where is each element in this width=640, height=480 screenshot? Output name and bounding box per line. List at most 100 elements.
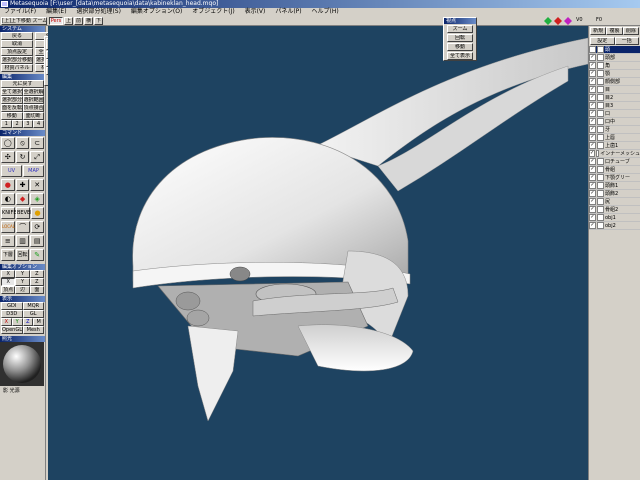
- object-list-item[interactable]: ✓ 顎: [589, 70, 640, 78]
- menu-selection[interactable]: 選択部分処理(S): [72, 8, 125, 16]
- twist-icon[interactable]: ⟳: [30, 221, 44, 233]
- lock-toggle-icon[interactable]: [597, 158, 604, 165]
- knife-icon[interactable]: KNIFE: [1, 207, 17, 219]
- object-list-item[interactable]: ✓ 目2: [589, 94, 640, 102]
- select-icon[interactable]: ◯: [1, 137, 15, 149]
- new-object-button[interactable]: 新規: [590, 27, 607, 35]
- object-list-item[interactable]: ✓ 頭部: [589, 54, 640, 62]
- visibility-toggle-icon[interactable]: ✓: [589, 78, 596, 85]
- object-list-item[interactable]: ✓ 口中: [589, 118, 640, 126]
- lock-toggle-icon[interactable]: [597, 134, 604, 141]
- edge-mode-button[interactable]: 辺: [15, 286, 30, 294]
- visibility-toggle-icon[interactable]: ✓: [589, 166, 596, 173]
- select-all-button[interactable]: 全て選択: [1, 88, 23, 96]
- visibility-toggle-icon[interactable]: ✓: [589, 126, 596, 133]
- num-1-button[interactable]: 1: [1, 120, 12, 128]
- visibility-toggle-icon[interactable]: ✓: [589, 174, 596, 181]
- object-list-item[interactable]: ✓ 尻: [589, 198, 640, 206]
- object-list-item[interactable]: ✓ obj2: [589, 222, 640, 230]
- visibility-toggle-icon[interactable]: ✓: [589, 110, 596, 117]
- shadow-checkbox[interactable]: 影: [3, 388, 8, 394]
- lock-toggle-icon[interactable]: [596, 150, 600, 157]
- lasso-icon[interactable]: ⊂: [30, 137, 45, 149]
- visibility-toggle-icon[interactable]: ✓: [589, 190, 596, 197]
- cut-face-button[interactable]: 面切断: [22, 112, 44, 120]
- uv-button[interactable]: UV: [1, 165, 22, 177]
- sym-y-button[interactable]: Y: [15, 278, 30, 286]
- sphere-icon[interactable]: ●: [31, 207, 44, 219]
- view-side-button[interactable]: 横: [84, 17, 93, 25]
- visibility-toggle-icon[interactable]: ✓: [589, 198, 596, 205]
- display-m-button[interactable]: M: [33, 318, 44, 326]
- gl-button[interactable]: GL: [22, 310, 44, 318]
- menu-edit-options[interactable]: 編集オプション(O): [127, 8, 186, 16]
- visibility-toggle-icon[interactable]: ✓: [589, 54, 596, 61]
- object-list-item[interactable]: ✓ 上歯1: [589, 142, 640, 150]
- delete-icon[interactable]: ✕: [30, 179, 45, 191]
- object-list-item[interactable]: ✓ 骨組: [589, 166, 640, 174]
- display-z-button[interactable]: Z: [22, 318, 34, 326]
- lock-toggle-icon[interactable]: [597, 70, 604, 77]
- light-sphere-icon[interactable]: [0, 342, 44, 386]
- magnet-icon[interactable]: ◆: [15, 193, 30, 205]
- delete-object-button[interactable]: 削除: [622, 27, 639, 35]
- view-persp-button[interactable]: Pers: [49, 17, 63, 25]
- visibility-toggle-icon[interactable]: ✓: [589, 222, 596, 229]
- visibility-toggle-icon[interactable]: ✓: [589, 94, 596, 101]
- lock-toggle-icon[interactable]: [597, 166, 604, 173]
- face-mode-button[interactable]: 面: [29, 286, 44, 294]
- object-list-item[interactable]: ✓ 口: [589, 110, 640, 118]
- lock-toggle-icon[interactable]: [597, 46, 604, 53]
- zoom-button[interactable]: ズーム: [447, 25, 473, 33]
- undo-edit-button[interactable]: 元に戻す: [1, 80, 44, 88]
- visibility-toggle-icon[interactable]: ✓: [589, 102, 596, 109]
- visibility-toggle-icon[interactable]: ✓: [589, 70, 596, 77]
- lock-toggle-icon[interactable]: [597, 94, 604, 101]
- object-list-item[interactable]: ✓ 骨組2: [589, 206, 640, 214]
- weld-icon[interactable]: ≡: [1, 235, 15, 247]
- menu-file[interactable]: ファイル(F): [0, 8, 40, 16]
- d3d-button[interactable]: D3D: [1, 310, 23, 318]
- layer-icon[interactable]: ▤: [30, 235, 45, 247]
- local-icon[interactable]: LOCAL: [1, 221, 15, 233]
- green-diamond-icon[interactable]: [544, 17, 552, 25]
- visibility-toggle-icon[interactable]: ✓: [589, 206, 596, 213]
- object-list-item[interactable]: ✓ 角: [589, 62, 640, 70]
- lock-toggle-icon[interactable]: [597, 102, 604, 109]
- object-list-item[interactable]: ✓ 目: [589, 86, 640, 94]
- paint-tool-icon[interactable]: ✎: [30, 249, 45, 261]
- rope-select-icon[interactable]: ⦸: [15, 137, 30, 149]
- 3d-viewport[interactable]: [48, 26, 588, 480]
- opengl-button[interactable]: OpenGL: [1, 326, 23, 334]
- sym-z-button[interactable]: Z: [29, 278, 44, 286]
- gdi-button[interactable]: GDI: [1, 302, 23, 310]
- menu-object[interactable]: オブジェクト(J): [188, 8, 238, 16]
- move-selection-button[interactable]: 選択部分移動: [1, 56, 34, 64]
- lock-toggle-icon[interactable]: [597, 78, 604, 85]
- visibility-toggle-icon[interactable]: ✓: [589, 158, 596, 165]
- weld-vertex-button[interactable]: 頂点接合: [22, 104, 44, 112]
- deselect-all-button[interactable]: 全選択解除: [22, 88, 44, 96]
- pan-view-button[interactable]: 移動: [447, 43, 473, 51]
- object-list-item[interactable]: ✓ obj1: [589, 214, 640, 222]
- red-diamond-icon[interactable]: [554, 17, 562, 25]
- bevel-icon[interactable]: BEVEL: [16, 207, 33, 219]
- num-3-button[interactable]: 3: [22, 120, 34, 128]
- view-front-button[interactable]: 前: [74, 17, 83, 25]
- lock-toggle-icon[interactable]: [597, 118, 604, 125]
- lock-z-button[interactable]: Z: [29, 270, 44, 278]
- lower-level-icon[interactable]: 下層: [1, 249, 15, 261]
- num-4-button[interactable]: 4: [33, 120, 44, 128]
- lock-toggle-icon[interactable]: [597, 222, 604, 229]
- sphere-red-icon[interactable]: ●: [1, 179, 15, 191]
- object-list-item[interactable]: ✓ インナーメッシュ: [589, 150, 640, 158]
- paint-icon[interactable]: ◐: [1, 193, 15, 205]
- vertex-set-button[interactable]: 頂点設定: [1, 48, 34, 56]
- num-2-button[interactable]: 2: [11, 120, 23, 128]
- rotate-label-icon[interactable]: 回転: [15, 249, 30, 261]
- view-bottom-button[interactable]: 下: [94, 17, 103, 25]
- visibility-toggle-icon[interactable]: ✓: [589, 182, 596, 189]
- lock-y-button[interactable]: Y: [15, 270, 30, 278]
- lock-x-button[interactable]: X: [1, 270, 16, 278]
- extrude-icon[interactable]: ✚: [15, 179, 30, 191]
